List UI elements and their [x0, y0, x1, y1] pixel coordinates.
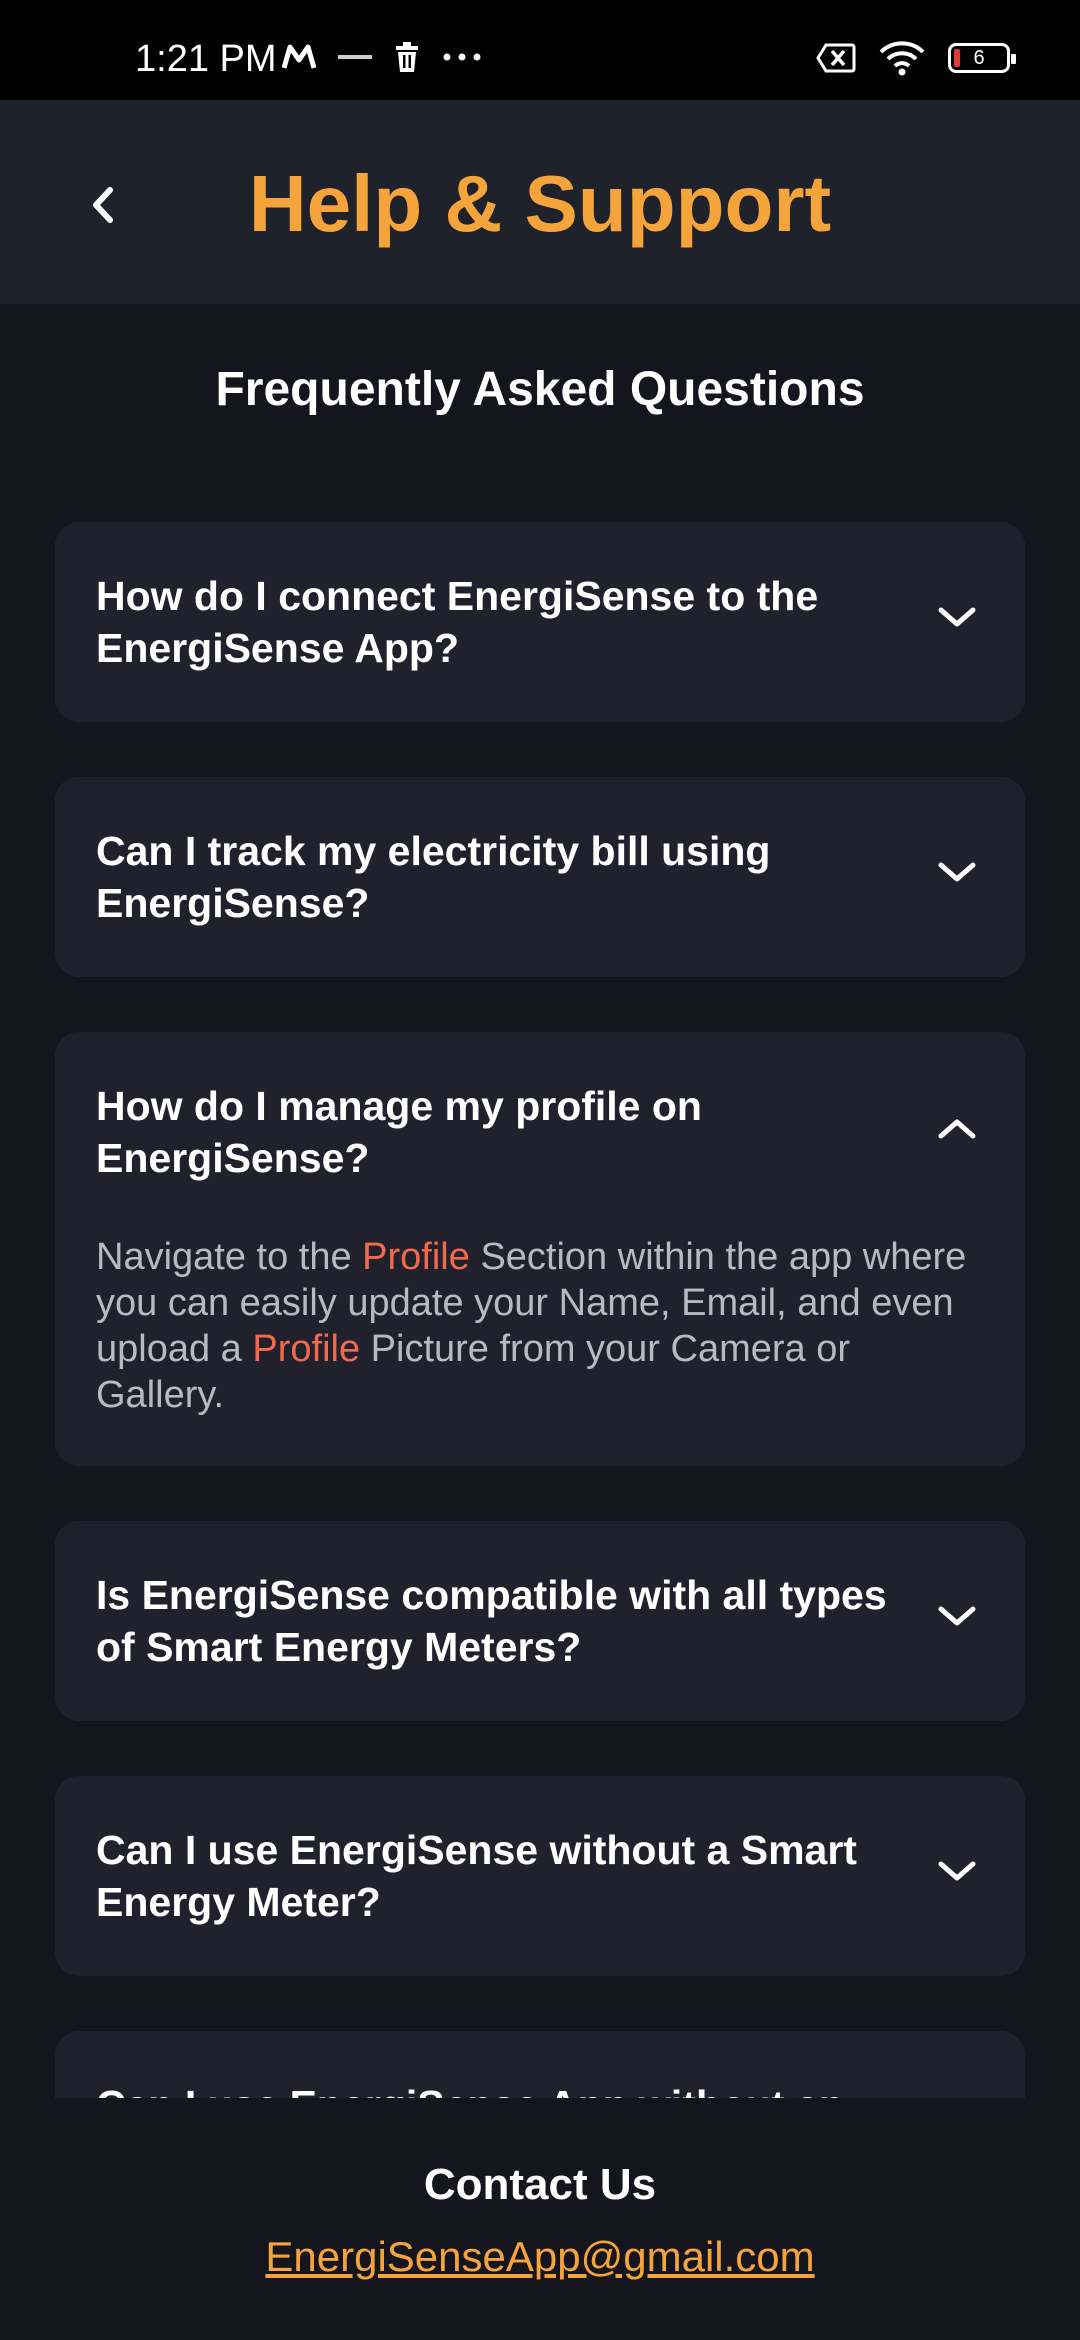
faq-question: How do I connect EnergiSense to the Ener… [96, 573, 819, 671]
battery-level: 6 [973, 47, 985, 69]
chevron-up-icon[interactable] [929, 1108, 985, 1148]
faq-question: Can I use EnergiSense without a Smart En… [96, 1827, 857, 1925]
energy-app-icon [338, 55, 372, 59]
faq-item[interactable]: Is EnergiSense compatible with all types… [55, 1521, 1025, 1721]
faq-question: Is EnergiSense compatible with all types… [96, 1572, 887, 1670]
chevron-down-icon[interactable] [929, 1597, 985, 1637]
page-title: Help & Support [248, 159, 832, 248]
chevron-down-icon[interactable] [929, 598, 985, 638]
battery-icon: 6 [948, 43, 1016, 73]
faq-item[interactable]: Can I track my electricity bill using En… [55, 777, 1025, 977]
faq-item-expanded[interactable]: How do I manage my profile on EnergiSens… [55, 1032, 1025, 1466]
faq-question: How do I manage my profile on EnergiSens… [96, 1083, 702, 1181]
faq-answer-text: Navigate to the [96, 1236, 363, 1278]
profile-highlight: Profile [362, 1236, 470, 1278]
faq-section-title: Frequently Asked Questions [215, 363, 865, 416]
app-header: Help & Support [0, 100, 1080, 304]
m-app-icon [282, 44, 316, 69]
status-notification-icons [282, 42, 482, 72]
chevron-down-icon[interactable] [929, 1852, 985, 1892]
trash-icon [396, 42, 418, 72]
faq-question: Can I use EnergiSense App without an [96, 2079, 895, 2098]
status-bar: 1:21 PM 6 [0, 0, 1080, 100]
contact-title: Contact Us [423, 2160, 657, 2209]
faq-item[interactable]: Can I use EnergiSense App without an [55, 2031, 1025, 2098]
faq-item[interactable]: How do I connect EnergiSense to the Ener… [55, 522, 1025, 722]
wifi-icon [879, 41, 925, 76]
chevron-down-icon[interactable] [929, 853, 985, 893]
faq-answer: Navigate to the Profile Section within t… [96, 1234, 980, 1418]
status-system-icons: 6 [816, 40, 1016, 76]
faq-question: Can I track my electricity bill using En… [96, 828, 771, 926]
profile-highlight: Profile [252, 1328, 361, 1370]
status-time: 1:21 PM [135, 38, 277, 80]
contact-email-link[interactable]: EnergiSenseApp@gmail.com [0, 2233, 1080, 2281]
contact-section: Contact Us EnergiSenseApp@gmail.com [0, 2098, 1080, 2340]
no-sim-icon [816, 43, 856, 73]
more-dots-icon [443, 53, 481, 61]
faq-item[interactable]: Can I use EnergiSense without a Smart En… [55, 1776, 1025, 1976]
faq-list[interactable]: How do I connect EnergiSense to the Ener… [55, 522, 1025, 2098]
